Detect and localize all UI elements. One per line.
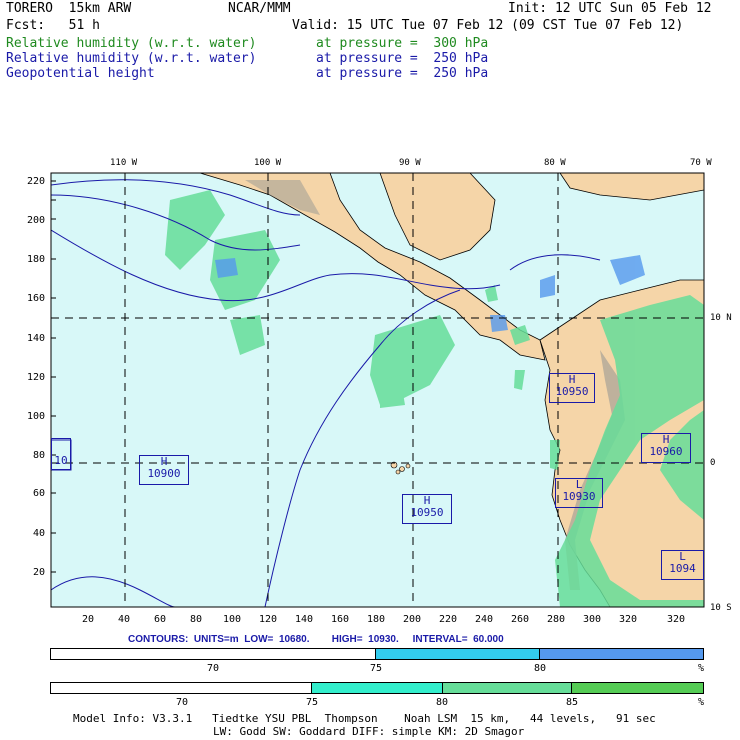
x-tick-320: 320 [667, 614, 686, 625]
y-tick: 200 [27, 215, 46, 226]
y-tick: 120 [27, 372, 46, 383]
lat-label: 0 [710, 458, 716, 468]
colorbar-green-label: 75 [306, 697, 319, 708]
y-tick: 80 [33, 450, 46, 461]
model-info: Model Info: V3.3.1 Tiedtke YSU PBL Thomp… [73, 712, 656, 725]
colorbar-blue-bin [376, 649, 540, 659]
lon-label: 80 W [544, 158, 566, 168]
low-marker: 10 [51, 438, 71, 470]
colorbar-green-label: 80 [436, 697, 449, 708]
low-marker: L 1094 [661, 550, 704, 580]
x-tick: 240 [475, 614, 494, 625]
x-tick: 180 [367, 614, 386, 625]
lon-label: 70 W [690, 158, 712, 168]
x-tick: 260 [511, 614, 530, 625]
x-tick: 300 [583, 614, 602, 625]
colorbar-blue-bin [539, 649, 703, 659]
y-tick: 40 [33, 528, 46, 539]
x-tick: 320 [619, 614, 638, 625]
colorbar-blue-unit: % [698, 663, 705, 674]
y-tick: 140 [27, 333, 46, 344]
high-marker: H 10900 [139, 455, 189, 485]
x-tick: 220 [439, 614, 458, 625]
x-tick: 100 [223, 614, 242, 625]
colorbar-green-bin [442, 683, 573, 693]
forecast-map [50, 172, 705, 608]
y-tick: 100 [27, 411, 46, 422]
x-tick: 80 [190, 614, 203, 625]
colorbar-green-label: 85 [566, 697, 579, 708]
x-tick: 140 [295, 614, 314, 625]
lon-label: 100 W [254, 158, 282, 168]
x-tick: 120 [259, 614, 278, 625]
colorbar-green-unit: % [698, 697, 705, 708]
high-marker: H 10950 [549, 373, 595, 403]
lat-label: 10 S [710, 603, 732, 613]
y-tick: 180 [27, 254, 46, 265]
x-tick: 60 [154, 614, 167, 625]
high-marker: H 10950 [402, 494, 452, 524]
low-marker: L 10930 [555, 478, 603, 508]
y-tick: 60 [33, 488, 46, 499]
colorbar-blue-label: 75 [370, 663, 383, 674]
lon-label: 90 W [399, 158, 421, 168]
colorbar-blue-bin [51, 649, 376, 659]
x-tick: 160 [331, 614, 350, 625]
y-tick: 160 [27, 293, 46, 304]
lon-label: 110 W [110, 158, 138, 168]
colorbar-green-label: 70 [176, 697, 189, 708]
colorbar-green [50, 682, 704, 694]
x-tick: 20 [82, 614, 95, 625]
model-physics: LW: Godd SW: Goddard DIFF: simple KM: 2D… [213, 725, 525, 738]
x-tick: 280 [547, 614, 566, 625]
high-marker: H 10960 [641, 433, 691, 463]
lat-label: 10 N [710, 313, 732, 323]
colorbar-green-bin [51, 683, 313, 693]
y-tick: 220 [27, 176, 46, 187]
colorbar-blue-label: 70 [207, 663, 220, 674]
colorbar-green-bin [312, 683, 443, 693]
x-tick: 200 [403, 614, 422, 625]
contours-info: CONTOURS: UNITS=m LOW= 10680. HIGH= 1093… [128, 634, 504, 645]
x-tick: 40 [118, 614, 131, 625]
colorbar-green-bin [572, 683, 703, 693]
colorbar-blue [50, 648, 704, 660]
y-tick: 20 [33, 567, 46, 578]
colorbar-blue-label: 80 [534, 663, 547, 674]
